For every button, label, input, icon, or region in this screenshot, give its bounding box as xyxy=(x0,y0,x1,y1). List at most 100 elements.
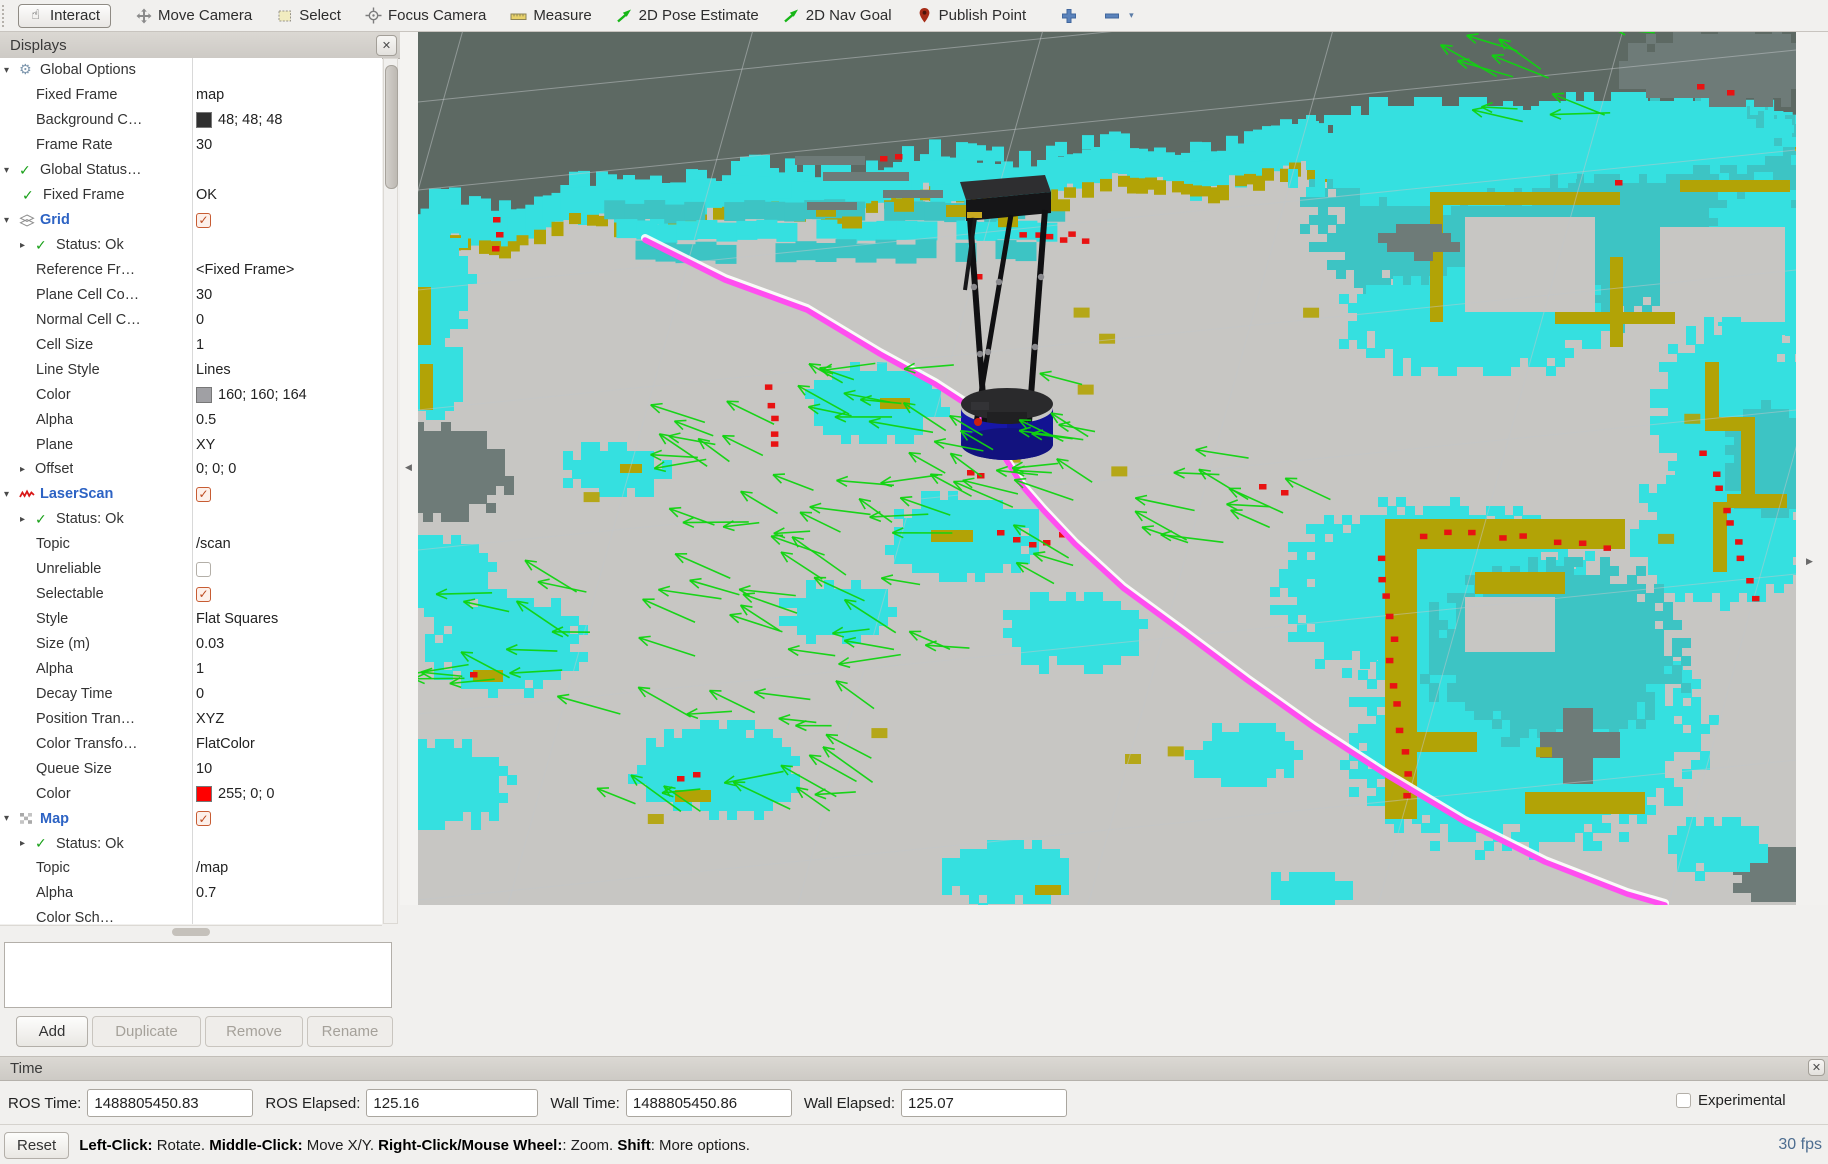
tool-publish-point[interactable]: Publish Point xyxy=(916,7,1027,24)
tree-row[interactable]: Color255; 0; 0 xyxy=(0,781,382,806)
scrollbar-thumb[interactable] xyxy=(172,928,210,936)
remove-display-button[interactable]: Remove xyxy=(205,1016,303,1047)
tree-row[interactable]: Background C…48; 48; 48 xyxy=(0,108,382,133)
tree-row[interactable]: Position Tran…XYZ xyxy=(0,706,382,731)
tree-row[interactable]: Size (m)0.03 xyxy=(0,632,382,657)
3d-viewport[interactable] xyxy=(418,32,1796,905)
property-value[interactable]: Lines xyxy=(196,362,231,378)
tree-row[interactable]: Reference Fr…<Fixed Frame> xyxy=(0,258,382,283)
tree-row[interactable]: ✓Fixed FrameOK xyxy=(0,183,382,208)
tree-row[interactable]: Alpha0.7 xyxy=(0,881,382,906)
property-value[interactable]: 30 xyxy=(196,137,212,153)
expander-open-icon[interactable]: ▾ xyxy=(4,165,19,176)
expander-closed-icon[interactable]: ▸ xyxy=(20,240,35,251)
expander-closed-icon[interactable]: ▸ xyxy=(20,464,35,475)
wall-elapsed-input[interactable] xyxy=(901,1089,1067,1117)
expander-open-icon[interactable]: ▾ xyxy=(4,215,19,226)
checkbox-checked-icon[interactable]: ✓ xyxy=(196,587,211,602)
tree-row[interactable]: Selectable✓ xyxy=(0,582,382,607)
tool-measure[interactable]: Measure xyxy=(510,7,591,24)
tree-row[interactable]: Plane Cell Co…30 xyxy=(0,282,382,307)
tree-row[interactable]: Alpha1 xyxy=(0,657,382,682)
property-value[interactable]: 1 xyxy=(196,337,204,353)
property-value[interactable]: 0; 0; 0 xyxy=(196,461,236,477)
property-value[interactable]: ✓ xyxy=(196,213,211,228)
tool-focus-camera[interactable]: Focus Camera xyxy=(365,7,486,24)
property-value[interactable]: 160; 160; 164 xyxy=(196,387,307,403)
dropdown-caret-icon[interactable]: ▾ xyxy=(1129,10,1134,21)
tool-2d-nav-goal[interactable]: 2D Nav Goal xyxy=(783,7,892,24)
tree-row[interactable]: ▸✓Status: Ok xyxy=(0,233,382,258)
tree-row[interactable]: Topic/map xyxy=(0,856,382,881)
tool-interact[interactable]: ☝Interact xyxy=(18,4,111,28)
property-value[interactable]: ✓ xyxy=(196,811,211,826)
tree-row[interactable]: ▾Grid✓ xyxy=(0,208,382,233)
tool-select[interactable]: Select xyxy=(276,7,341,24)
tree-row[interactable]: Color160; 160; 164 xyxy=(0,382,382,407)
property-value[interactable]: 0.7 xyxy=(196,885,216,901)
scrollbar-thumb[interactable] xyxy=(385,65,398,189)
tree-row[interactable]: Alpha0.5 xyxy=(0,407,382,432)
tree-row[interactable]: Fixed Framemap xyxy=(0,83,382,108)
tree-row[interactable]: ▾LaserScan✓ xyxy=(0,482,382,507)
panel-collapse-right-icon[interactable]: ▶ xyxy=(1806,556,1813,567)
tree-row[interactable]: Queue Size10 xyxy=(0,756,382,781)
wall-time-input[interactable] xyxy=(626,1089,792,1117)
property-value[interactable]: <Fixed Frame> xyxy=(196,262,294,278)
tool-move-camera[interactable]: Move Camera xyxy=(135,7,252,24)
property-value[interactable]: ✓ xyxy=(196,587,211,602)
checkbox-checked-icon[interactable]: ✓ xyxy=(196,487,211,502)
ros-elapsed-input[interactable] xyxy=(366,1089,538,1117)
checkbox-unchecked-icon[interactable] xyxy=(196,562,211,577)
tree-row[interactable]: PlaneXY xyxy=(0,432,382,457)
property-value[interactable]: XY xyxy=(196,437,215,453)
time-close-icon[interactable]: ✕ xyxy=(1808,1059,1825,1076)
displays-property-tree[interactable]: ▾⚙Global OptionsFixed FramemapBackground… xyxy=(0,58,382,924)
tree-row[interactable]: Unreliable xyxy=(0,557,382,582)
remove-tool-button[interactable]: ▾ xyxy=(1103,7,1134,24)
tree-row[interactable]: ▾Map✓ xyxy=(0,806,382,831)
tree-row[interactable]: ▸✓Status: Ok xyxy=(0,831,382,856)
tree-row[interactable]: Decay Time0 xyxy=(0,681,382,706)
rename-display-button[interactable]: Rename xyxy=(307,1016,393,1047)
ros-time-input[interactable] xyxy=(87,1089,253,1117)
tree-row[interactable]: Topic/scan xyxy=(0,532,382,557)
tree-row[interactable]: Color Transfo…FlatColor xyxy=(0,731,382,756)
tree-row[interactable]: ▾✓Global Status… xyxy=(0,158,382,183)
displays-close-icon[interactable]: ✕ xyxy=(376,35,397,56)
left-splitter[interactable]: ◀ xyxy=(400,32,418,905)
property-value[interactable]: 30 xyxy=(196,287,212,303)
add-display-button[interactable]: Add xyxy=(16,1016,88,1047)
property-value[interactable]: Flat Squares xyxy=(196,611,278,627)
property-value[interactable]: 1 xyxy=(196,661,204,677)
tree-row[interactable]: ▾⚙Global Options xyxy=(0,58,382,83)
property-value[interactable]: 0.03 xyxy=(196,636,224,652)
checkbox-checked-icon[interactable]: ✓ xyxy=(196,213,211,228)
property-value[interactable]: /map xyxy=(196,860,228,876)
tree-row[interactable]: Cell Size1 xyxy=(0,332,382,357)
experimental-toggle[interactable]: Experimental xyxy=(1676,1092,1786,1109)
property-value[interactable]: 0.5 xyxy=(196,412,216,428)
tree-row[interactable]: ▸✓Status: Ok xyxy=(0,507,382,532)
tree-row[interactable]: ▸Offset0; 0; 0 xyxy=(0,457,382,482)
property-value[interactable] xyxy=(196,562,211,577)
color-swatch[interactable] xyxy=(196,387,212,403)
checkbox-checked-icon[interactable]: ✓ xyxy=(196,811,211,826)
tree-row[interactable]: Color Sch… xyxy=(0,906,382,924)
toolbar-drag-handle[interactable] xyxy=(2,5,10,27)
property-value[interactable]: 0 xyxy=(196,686,204,702)
property-value[interactable]: OK xyxy=(196,187,217,203)
expander-open-icon[interactable]: ▾ xyxy=(4,813,19,824)
tree-row[interactable]: StyleFlat Squares xyxy=(0,607,382,632)
expander-closed-icon[interactable]: ▸ xyxy=(20,838,35,849)
property-value[interactable]: 0 xyxy=(196,312,204,328)
expander-open-icon[interactable]: ▾ xyxy=(4,489,19,500)
property-value[interactable]: 10 xyxy=(196,761,212,777)
tree-row[interactable]: Frame Rate30 xyxy=(0,133,382,158)
property-value[interactable]: FlatColor xyxy=(196,736,255,752)
color-swatch[interactable] xyxy=(196,112,212,128)
expander-open-icon[interactable]: ▾ xyxy=(4,65,19,76)
tree-row[interactable]: Line StyleLines xyxy=(0,357,382,382)
property-value[interactable]: map xyxy=(196,87,224,103)
property-value[interactable]: 255; 0; 0 xyxy=(196,786,274,802)
